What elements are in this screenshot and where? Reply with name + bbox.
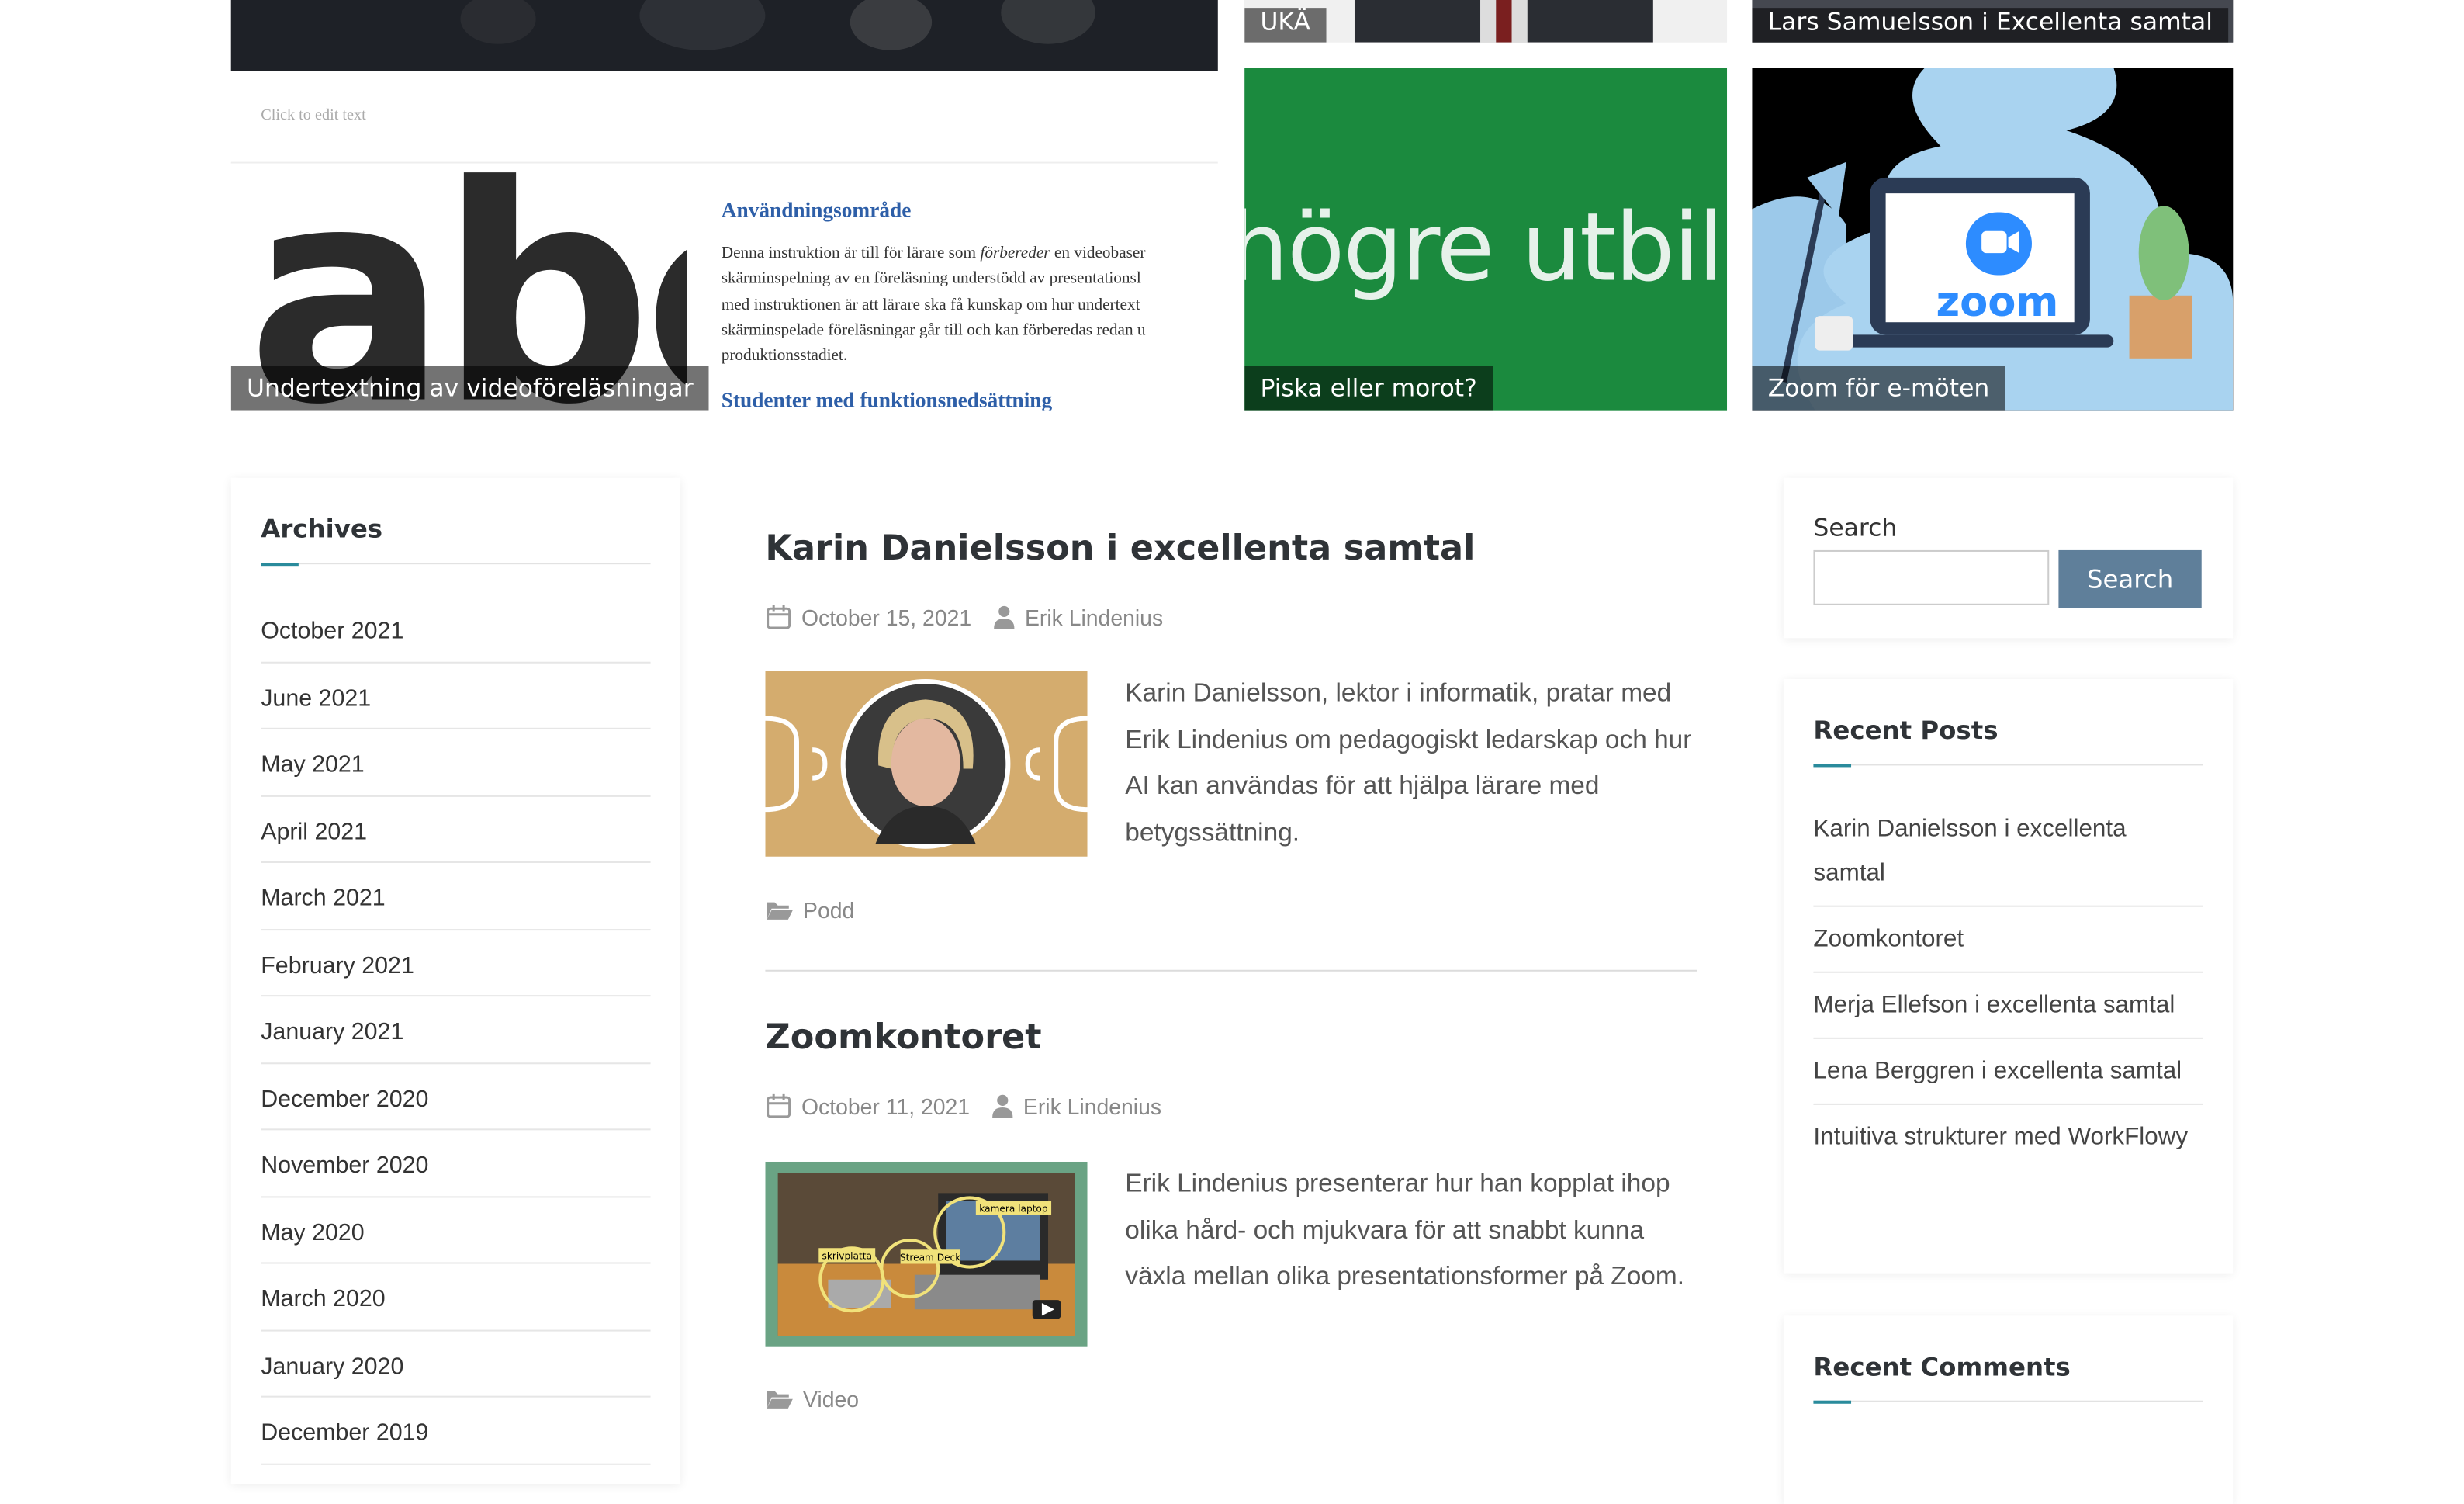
- archives-list: October 2021 June 2021 May 2021 April 20…: [261, 596, 651, 1464]
- widget-underline: [1813, 1400, 2203, 1404]
- category-link[interactable]: Video: [803, 1386, 859, 1411]
- post-category: Podd: [765, 898, 854, 923]
- featured-undertextning[interactable]: abc Användningsområde Denna instruktion …: [230, 163, 1218, 411]
- doc-heading: Användningsområde: [721, 198, 912, 222]
- folder-open-icon: [767, 902, 793, 920]
- edit-hint: Click to edit text: [261, 106, 366, 125]
- svg-text:kamera laptop: kamera laptop: [979, 1204, 1048, 1215]
- user-icon: [992, 1094, 1013, 1118]
- featured-piska-label[interactable]: Piska eller morot?: [1244, 366, 1493, 411]
- search-label: Search: [1813, 514, 1898, 542]
- archive-link[interactable]: December 2020: [261, 1063, 651, 1131]
- widget-underline: [261, 563, 651, 567]
- archive-link[interactable]: February 2021: [261, 930, 651, 997]
- featured-zoom-label[interactable]: Zoom för e-möten: [1752, 366, 2005, 411]
- recent-posts-widget: Recent Posts Karin Danielsson i excellen…: [1783, 679, 2234, 1274]
- zoom-illustration: zoom: [1752, 68, 2234, 411]
- post-author[interactable]: Erik Lindenius: [1025, 605, 1163, 629]
- featured-uka-label[interactable]: UKÄ: [1244, 8, 1327, 43]
- page: UKÄ Lars Samuelsson i Excellenta samtal …: [0, 0, 2464, 1504]
- post-thumbnail-video[interactable]: kamera laptop skrivplatta Stream Deck: [765, 1161, 1088, 1347]
- featured-lars[interactable]: Lars Samuelsson i Excellenta samtal: [1752, 0, 2234, 43]
- recent-post-link[interactable]: Intuitiva strukturer med WorkFlowy: [1813, 1105, 2203, 1170]
- calendar-icon: [767, 605, 791, 629]
- recent-post-link[interactable]: Merja Ellefson i excellenta samtal: [1813, 973, 2203, 1039]
- featured-photo-dark: [230, 0, 1218, 71]
- user-icon: [994, 605, 1015, 629]
- recent-posts-title: Recent Posts: [1813, 715, 1999, 746]
- calendar-icon: [767, 1093, 791, 1118]
- archive-link[interactable]: April 2021: [261, 796, 651, 863]
- widget-underline: [1813, 764, 2203, 768]
- archive-link[interactable]: October 2021: [261, 596, 651, 663]
- svg-text:Stream Deck: Stream Deck: [900, 1252, 960, 1263]
- post-date[interactable]: October 15, 2021: [801, 605, 971, 629]
- post-author[interactable]: Erik Lindenius: [1023, 1093, 1161, 1118]
- recent-post-link[interactable]: Lena Berggren i excellenta samtal: [1813, 1039, 2203, 1105]
- svg-text:skrivplatta: skrivplatta: [822, 1250, 872, 1261]
- search-widget: Search Search: [1783, 477, 2234, 639]
- post-excerpt: Karin Danielsson, lektor i informatik, p…: [1125, 679, 1692, 847]
- archive-link[interactable]: March 2020: [261, 1264, 651, 1331]
- recent-post-link[interactable]: Karin Danielsson i excellenta samtal: [1813, 797, 2203, 907]
- search-button[interactable]: Search: [2058, 549, 2202, 608]
- post-excerpt: Erik Lindenius presenterar hur han koppl…: [1125, 1169, 1685, 1291]
- featured-undertextning-label[interactable]: Undertextning av videoföreläsningar: [230, 366, 709, 411]
- green-tile-text: högre utbildn: [1244, 193, 1727, 303]
- archive-link[interactable]: January 2021: [261, 996, 651, 1064]
- post-thumbnail-podd[interactable]: [765, 671, 1088, 857]
- doc-heading-2: Studenter med funktionsnedsättning: [721, 388, 1053, 411]
- featured-uka[interactable]: UKÄ: [1244, 0, 1728, 43]
- featured-zoom[interactable]: zoom Zoom för e-möten: [1752, 68, 2234, 411]
- archive-link[interactable]: November 2020: [261, 1130, 651, 1197]
- svg-text:zoom: zoom: [1936, 279, 2058, 326]
- post-date[interactable]: October 11, 2021: [801, 1093, 970, 1118]
- category-link[interactable]: Podd: [803, 898, 854, 923]
- featured-lars-label[interactable]: Lars Samuelsson i Excellenta samtal: [1752, 8, 2229, 43]
- archive-link[interactable]: May 2021: [261, 729, 651, 796]
- post-meta: October 15, 2021 Erik Lindenius: [765, 604, 1163, 630]
- post-meta: October 11, 2021 Erik Lindenius: [765, 1093, 1161, 1119]
- archive-link[interactable]: May 2020: [261, 1197, 651, 1264]
- folder-open-icon: [767, 1391, 793, 1409]
- search-input[interactable]: [1813, 549, 2050, 605]
- recent-comments-title: Recent Comments: [1813, 1351, 2071, 1382]
- archive-link[interactable]: January 2020: [261, 1331, 651, 1398]
- recent-comments-widget: Recent Comments: [1783, 1315, 2234, 1504]
- post-title[interactable]: Karin Danielsson i excellenta samtal: [765, 530, 1475, 570]
- recent-posts-list: Karin Danielsson i excellenta samtal Zoo…: [1813, 797, 2203, 1170]
- archives-title: Archives: [261, 514, 383, 544]
- desk-setup-image: kamera laptop skrivplatta Stream Deck: [765, 1161, 1088, 1347]
- post-category: Video: [765, 1386, 859, 1412]
- podd-portrait-image: [765, 671, 1088, 857]
- featured-image-top-left[interactable]: [230, 0, 1218, 71]
- recent-post-link[interactable]: Zoomkontoret: [1813, 907, 2203, 973]
- post-title[interactable]: Zoomkontoret: [765, 1019, 1041, 1059]
- archives-widget: Archives October 2021 June 2021 May 2021…: [230, 477, 681, 1485]
- featured-piska[interactable]: högre utbildn Piska eller morot?: [1244, 68, 1728, 411]
- archive-link[interactable]: December 2019: [261, 1398, 651, 1464]
- doc-text: Denna instruktion är till för lärare som…: [721, 244, 1146, 366]
- archive-link[interactable]: March 2021: [261, 863, 651, 930]
- post-divider: [765, 969, 1697, 972]
- archive-link[interactable]: June 2021: [261, 663, 651, 729]
